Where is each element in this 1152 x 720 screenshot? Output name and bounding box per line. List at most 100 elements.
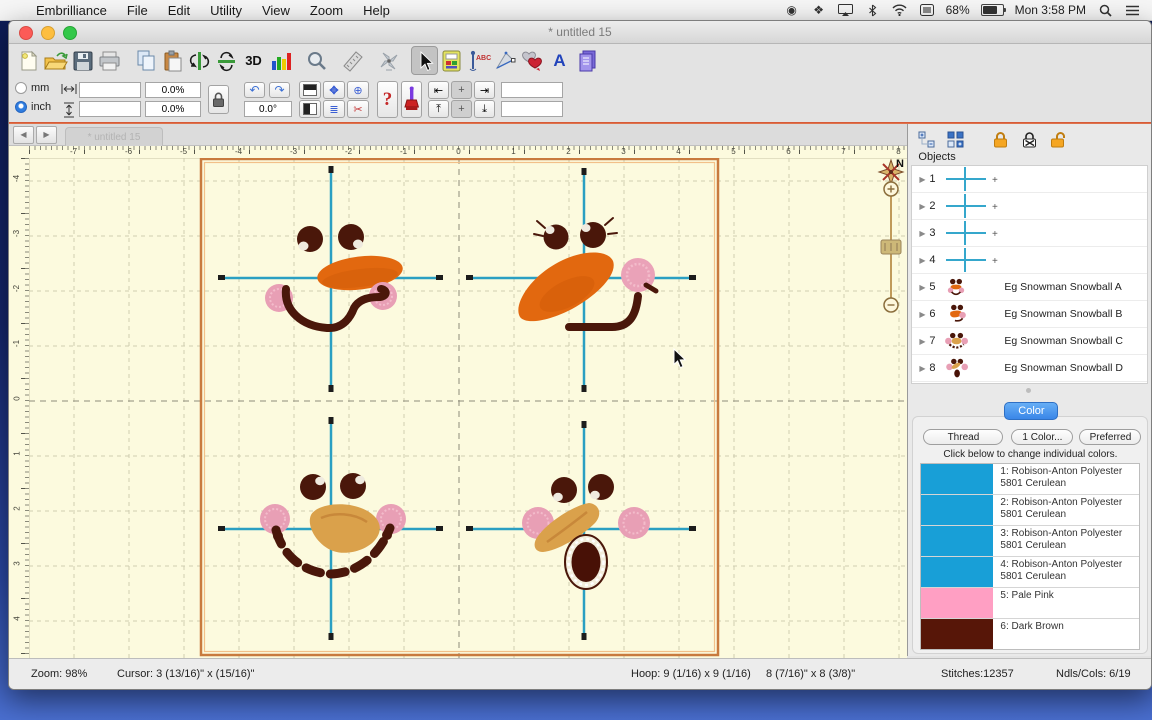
thread-color-swatch[interactable] [921, 557, 993, 587]
font-icon[interactable]: A [546, 46, 573, 75]
measure-tool-icon[interactable] [339, 46, 366, 75]
spotlight-search-icon[interactable] [1097, 2, 1113, 18]
design-properties-icon[interactable] [438, 46, 465, 75]
stitch-view-button[interactable] [299, 81, 321, 99]
unit-inch-radio[interactable] [15, 101, 27, 113]
select-pointer-icon[interactable] [411, 46, 438, 75]
tab-next-icon[interactable]: ▶ [36, 126, 57, 144]
save-icon[interactable] [69, 46, 96, 75]
object-row[interactable]: ▶ 2 + [912, 193, 1147, 220]
thread-color-row[interactable]: 1: Robison-Anton Polyester 5801 Cerulean [921, 464, 1139, 495]
position-y-input[interactable] [501, 101, 563, 117]
object-row[interactable]: ▶ 8 Eg Snowman Snowball D [912, 355, 1147, 382]
object-row[interactable]: ▶ 1 + [912, 166, 1147, 193]
zoom-tool-icon[interactable] [303, 46, 330, 75]
wifi-icon[interactable] [892, 2, 908, 18]
align-bottom-button[interactable]: ⤓ [474, 100, 495, 118]
input-source-icon[interactable] [919, 2, 935, 18]
design-tool-icon[interactable] [492, 46, 519, 75]
rotate-right-button[interactable]: ↷ [269, 82, 290, 98]
expand-arrow-icon[interactable]: ▶ [919, 310, 929, 319]
thread-color-swatch[interactable] [921, 526, 993, 556]
paste-icon[interactable] [159, 46, 186, 75]
notification-center-icon[interactable] [1124, 2, 1140, 18]
minimize-window-button[interactable] [41, 26, 55, 40]
object-row[interactable]: ▶ 4 + [912, 247, 1147, 274]
flip-horizontal-icon[interactable] [186, 46, 213, 75]
thread-color-row[interactable]: 2: Robison-Anton Polyester 5801 Cerulean [921, 495, 1139, 526]
width-percent-input[interactable] [145, 82, 201, 98]
align-center-v-button[interactable]: + [451, 100, 472, 118]
trim-button[interactable]: ✂ [347, 100, 369, 118]
center-design-button[interactable]: ⊕ [347, 81, 369, 99]
airplay-icon[interactable] [838, 2, 854, 18]
expand-arrow-icon[interactable]: ▶ [919, 283, 929, 292]
menu-item[interactable]: Zoom [300, 3, 353, 18]
canvas-zoom-slider[interactable] [881, 182, 901, 312]
menu-item[interactable]: Utility [200, 3, 252, 18]
new-document-icon[interactable] [15, 46, 42, 75]
rotate-left-button[interactable]: ↶ [244, 82, 265, 98]
expand-arrow-icon[interactable]: ▶ [919, 202, 929, 211]
thread-color-row[interactable]: 5: Pale Pink [921, 588, 1139, 619]
title-bar[interactable]: * untitled 15 [9, 21, 1151, 44]
stitch-lines-button[interactable]: ≣ [323, 100, 345, 118]
expand-arrow-icon[interactable]: ▶ [919, 256, 929, 265]
expand-arrow-icon[interactable]: ▶ [919, 229, 929, 238]
library-icon[interactable] [573, 46, 600, 75]
expand-arrow-icon[interactable]: ▶ [919, 364, 929, 373]
collapse-tree-icon[interactable] [945, 129, 965, 149]
thread-color-swatch[interactable] [921, 495, 993, 525]
thread-color-row[interactable]: 6: Dark Brown [921, 619, 1139, 649]
design-canvas-area[interactable]: ◀ ▶ * untitled 15 -7-6-5-4-3-2-101234567… [9, 124, 907, 661]
panel-splitter[interactable] [911, 384, 1146, 396]
lock-icon[interactable] [990, 129, 1010, 149]
menu-item[interactable]: File [117, 3, 158, 18]
copy-icon[interactable] [132, 46, 159, 75]
record-icon[interactable]: ◉ [784, 2, 800, 18]
aspect-lock-button[interactable] [208, 85, 229, 114]
expand-tree-icon[interactable] [916, 129, 936, 149]
thread-color-swatch[interactable] [921, 619, 993, 649]
close-window-button[interactable] [19, 26, 33, 40]
position-x-input[interactable] [501, 82, 563, 98]
height-input[interactable] [79, 101, 141, 117]
help-button[interactable]: ? [377, 81, 398, 118]
menu-item[interactable]: Edit [158, 3, 200, 18]
design-snowball-a[interactable] [265, 224, 405, 328]
object-row[interactable]: ▶ 6 Eg Snowman Snowball B [912, 301, 1147, 328]
rotation-input[interactable] [244, 101, 292, 117]
height-percent-input[interactable] [145, 101, 201, 117]
thread-color-row[interactable]: 3: Robison-Anton Polyester 5801 Cerulean [921, 526, 1139, 557]
menu-item[interactable]: Embrilliance [26, 3, 117, 18]
flip-vertical-icon[interactable] [213, 46, 240, 75]
zoom-window-button[interactable] [63, 26, 77, 40]
object-row[interactable]: ▶ 5 Eg Snowman Snowball A [912, 274, 1147, 301]
tab-prev-icon[interactable]: ◀ [13, 126, 34, 144]
unlock-icon[interactable] [1048, 129, 1068, 149]
align-left-button[interactable]: ⇤ [428, 81, 449, 99]
expand-arrow-icon[interactable]: ▶ [919, 175, 929, 184]
contrast-view-button[interactable] [299, 100, 321, 118]
thread-button[interactable]: Thread [923, 429, 1003, 445]
merge-design-icon[interactable] [519, 46, 546, 75]
lock-hidden-icon[interactable] [1019, 129, 1039, 149]
color-tab-button[interactable]: Color [1004, 402, 1058, 420]
open-file-icon[interactable] [42, 46, 69, 75]
design-snowball-d[interactable] [522, 474, 650, 589]
menu-item[interactable]: View [252, 3, 300, 18]
stitch-simulator-icon[interactable] [375, 46, 402, 75]
print-icon[interactable] [96, 46, 123, 75]
color-bars-icon[interactable] [267, 46, 294, 75]
unit-mm-radio[interactable] [15, 82, 27, 94]
align-center-h-button[interactable]: + [451, 81, 472, 99]
thread-color-swatch[interactable] [921, 464, 993, 494]
menubar-clock[interactable]: Mon 3:58 PM [1015, 3, 1086, 17]
thread-color-swatch[interactable] [921, 588, 993, 618]
align-right-button[interactable]: ⇥ [474, 81, 495, 99]
lettering-icon[interactable]: ABC [465, 46, 492, 75]
stitch-eraser-button[interactable] [401, 81, 422, 118]
width-input[interactable] [79, 82, 141, 98]
document-tab[interactable]: * untitled 15 [65, 127, 163, 146]
design-snowball-c[interactable] [260, 473, 406, 574]
